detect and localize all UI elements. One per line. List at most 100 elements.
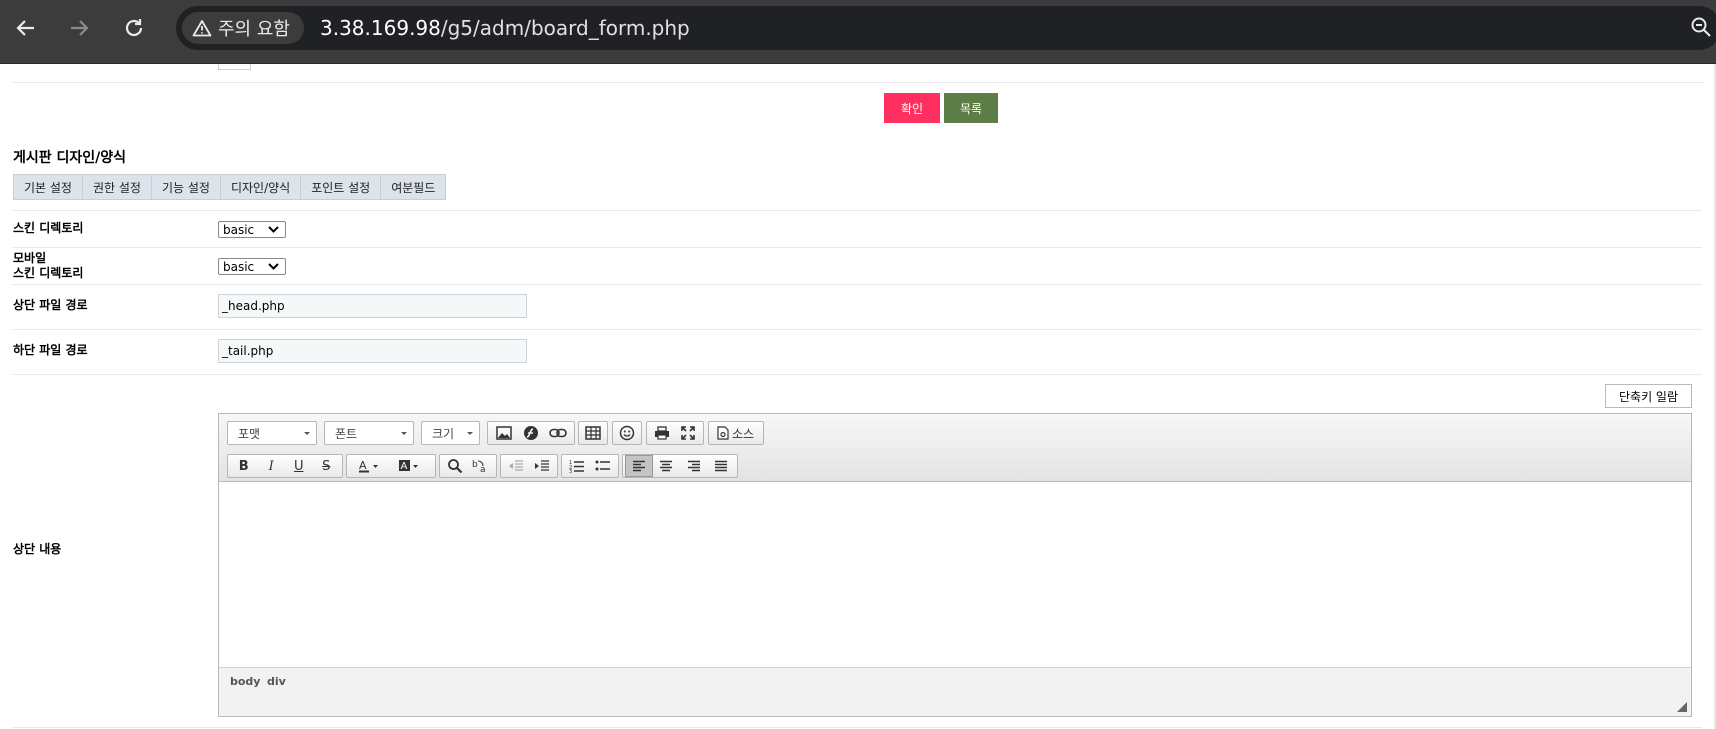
chevron-down-icon xyxy=(268,263,279,270)
reload-button[interactable] xyxy=(118,12,150,44)
zoom-icon[interactable] xyxy=(1690,16,1712,38)
security-chip-label: 주의 요함 xyxy=(218,19,290,40)
divider xyxy=(12,329,1702,330)
shortcut-list-button[interactable]: 단축키 일람 xyxy=(1605,384,1692,408)
outdent-icon[interactable] xyxy=(503,455,529,477)
bold-icon[interactable]: B xyxy=(230,455,258,477)
mobile-skin-dir-label: 모바일 스킨 디렉토리 xyxy=(13,251,83,281)
section-title: 게시판 디자인/양식 xyxy=(13,150,127,166)
divider xyxy=(12,82,1704,83)
tab-permission-settings[interactable]: 권한 설정 xyxy=(82,175,152,199)
format-combo[interactable]: 포맷 xyxy=(227,421,317,445)
tab-feature-settings[interactable]: 기능 설정 xyxy=(151,175,221,199)
source-button[interactable]: 소스 xyxy=(711,422,760,444)
confirm-button[interactable]: 확인 xyxy=(884,93,940,123)
view-group xyxy=(646,421,704,445)
smiley-icon[interactable] xyxy=(615,422,639,444)
align-left-icon[interactable] xyxy=(625,455,653,477)
divider xyxy=(12,727,1702,728)
print-icon[interactable] xyxy=(649,422,675,444)
url-host: 3.38.169.98 xyxy=(320,16,441,40)
image-icon[interactable] xyxy=(490,422,517,444)
url-text[interactable]: 3.38.169.98/g5/adm/board_form.php xyxy=(320,16,690,40)
svg-text:A: A xyxy=(401,461,408,472)
justify-icon[interactable] xyxy=(708,455,735,477)
forward-button[interactable] xyxy=(63,12,95,44)
back-arrow-icon xyxy=(16,20,34,36)
tail-file-input[interactable]: _tail.php xyxy=(218,339,527,363)
tab-point-settings[interactable]: 포인트 설정 xyxy=(301,175,382,199)
path-crumb-div[interactable]: div xyxy=(267,675,286,688)
align-group xyxy=(622,454,738,478)
underline-icon[interactable]: U xyxy=(285,455,313,477)
flash-icon[interactable] xyxy=(517,422,544,444)
divider xyxy=(12,210,1702,211)
section-tabs: 기본 설정 권한 설정 기능 설정 디자인/양식 포인트 설정 여분필드 xyxy=(13,174,447,200)
find-icon[interactable] xyxy=(442,455,468,477)
mobile-skin-dir-select[interactable]: basic xyxy=(218,258,286,275)
caret-down-icon xyxy=(304,432,310,435)
format-combo-label: 포맷 xyxy=(238,426,261,441)
head-file-label: 상단 파일 경로 xyxy=(13,298,88,312)
caret-down-icon xyxy=(467,432,473,435)
maximize-icon[interactable] xyxy=(675,422,701,444)
list-group: 123 xyxy=(561,454,619,478)
source-label: 소스 xyxy=(732,426,755,441)
svg-text:3: 3 xyxy=(569,469,572,473)
indent-icon[interactable] xyxy=(529,455,555,477)
svg-text:A: A xyxy=(359,459,367,472)
chevron-down-icon xyxy=(268,226,279,233)
font-combo-label: 폰트 xyxy=(335,426,358,441)
rich-text-editor: 포맷 폰트 크기 소스 B I U S A A b a 1 2 3 body d… xyxy=(218,413,1692,717)
italic-icon[interactable]: I xyxy=(258,455,286,477)
insert-group xyxy=(487,421,575,445)
browser-toolbar: 주의 요함 3.38.169.98/g5/adm/board_form.php xyxy=(0,0,1716,64)
text-color-icon[interactable]: A xyxy=(349,455,389,477)
head-file-input[interactable]: _head.php xyxy=(218,294,527,318)
link-icon[interactable] xyxy=(545,422,572,444)
skin-dir-label: 스킨 디렉토리 xyxy=(13,221,84,235)
numbered-list-icon[interactable]: 123 xyxy=(564,455,590,477)
tab-basic-settings[interactable]: 기본 설정 xyxy=(14,175,83,199)
size-combo[interactable]: 크기 xyxy=(421,421,480,445)
svg-text:a: a xyxy=(480,465,486,474)
bulleted-list-icon[interactable] xyxy=(590,455,616,477)
font-combo[interactable]: 폰트 xyxy=(324,421,414,445)
caret-down-icon xyxy=(401,432,407,435)
svg-text:b: b xyxy=(472,460,478,470)
replace-icon[interactable]: ba xyxy=(468,455,494,477)
bg-color-icon[interactable]: A xyxy=(389,455,429,477)
head-content-label: 상단 내용 xyxy=(13,542,62,556)
mobile-skin-dir-value: basic xyxy=(223,259,255,274)
source-icon xyxy=(717,426,729,440)
tab-extra-fields[interactable]: 여분필드 xyxy=(381,175,446,199)
editor-toolbar: 포맷 폰트 크기 소스 B I U S A A b a 1 2 3 xyxy=(219,414,1691,482)
path-crumb-body[interactable]: body xyxy=(230,675,260,688)
color-group: A A xyxy=(346,454,436,478)
list-button[interactable]: 목록 xyxy=(944,93,998,123)
indent-group xyxy=(500,454,558,478)
resize-handle-icon[interactable] xyxy=(1677,702,1687,712)
reload-icon xyxy=(125,19,143,37)
align-right-icon[interactable] xyxy=(680,455,707,477)
basic-style-group: B I U S xyxy=(227,454,343,478)
address-bar[interactable]: 주의 요함 3.38.169.98/g5/adm/board_form.php xyxy=(176,6,1716,50)
divider xyxy=(12,284,1702,285)
tail-file-label: 하단 파일 경로 xyxy=(13,343,88,357)
previous-field-remnant xyxy=(218,64,251,70)
table-icon[interactable] xyxy=(581,422,605,444)
strike-icon[interactable]: S xyxy=(313,455,341,477)
source-group: 소스 xyxy=(708,421,764,445)
align-center-icon[interactable] xyxy=(653,455,680,477)
url-path: /g5/adm/board_form.php xyxy=(440,16,690,40)
back-button[interactable] xyxy=(10,12,42,44)
page-content: 확인 목록 게시판 디자인/양식 기본 설정 권한 설정 기능 설정 디자인/양… xyxy=(0,64,1716,729)
divider xyxy=(12,247,1702,248)
editor-status-bar: body div xyxy=(219,667,1691,716)
editor-content-area[interactable] xyxy=(219,483,1691,667)
mobile-skin-dir-label-line1: 모바일 xyxy=(13,251,47,265)
divider xyxy=(12,374,1702,375)
tab-design-form[interactable]: 디자인/양식 xyxy=(220,175,302,199)
skin-dir-select[interactable]: basic xyxy=(218,221,286,238)
security-chip[interactable]: 주의 요함 xyxy=(182,12,304,44)
